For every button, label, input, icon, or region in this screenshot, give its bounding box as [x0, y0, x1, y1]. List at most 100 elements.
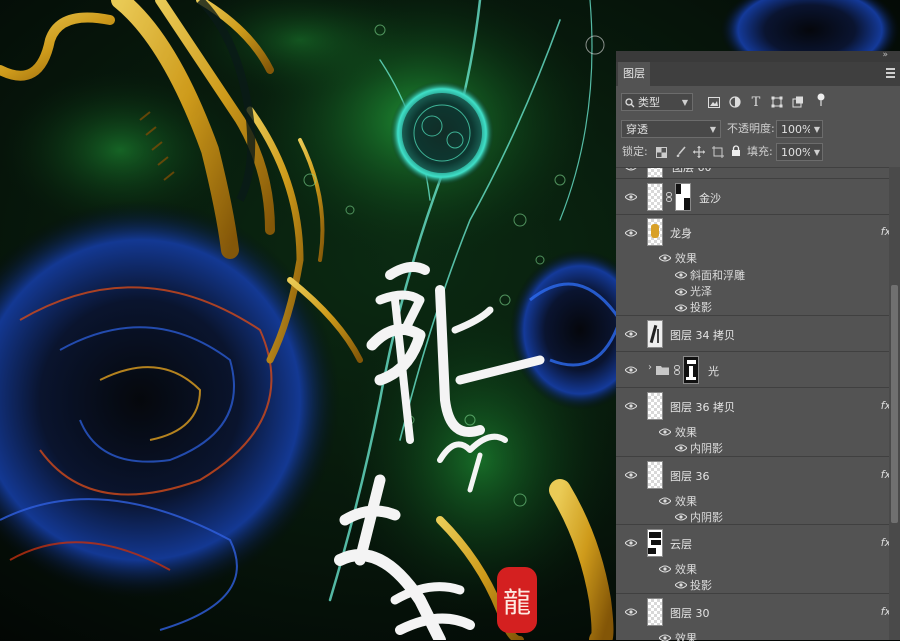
visibility-eye-icon[interactable]: [625, 167, 637, 171]
layer-mask-thumbnail[interactable]: [683, 356, 699, 384]
layer-fx-badge[interactable]: fx: [881, 468, 889, 481]
layer-mask-thumbnail[interactable]: [675, 183, 691, 211]
layer-row[interactable]: 图层 34 拷贝: [616, 316, 889, 352]
tab-layers[interactable]: 图层: [618, 62, 650, 86]
layer-thumbnail: [647, 218, 663, 246]
layer-name: 图层 36 拷贝: [670, 401, 735, 414]
effects-label: 效果: [675, 426, 697, 439]
layer-row[interactable]: 龙身 fx ⌃ 效果 斜面和浮雕 光泽 投影: [616, 215, 889, 316]
layer-row[interactable]: 图层 36 拷贝 fx ⌃ 效果 内阴影: [616, 388, 889, 457]
filter-kind-label: 类型: [638, 96, 660, 109]
layer-thumbnail: [647, 461, 663, 489]
effects-label: 效果: [675, 495, 697, 508]
effects-eye-icon[interactable]: [659, 565, 671, 573]
lock-transparency-icon[interactable]: [654, 145, 668, 159]
panel-menu-icon[interactable]: [886, 68, 895, 78]
layer-thumbnail: [647, 392, 663, 420]
layer-name: 龙身: [670, 227, 692, 240]
effect-name: 内阴影: [690, 442, 723, 455]
chevron-down-icon: ▼: [813, 148, 820, 157]
chevron-down-icon: ▼: [813, 125, 820, 134]
effect-name: 投影: [690, 301, 712, 314]
effects-label: 效果: [675, 563, 697, 576]
visibility-eye-icon[interactable]: [625, 471, 637, 479]
panel-tab-bar: 图层: [616, 62, 900, 86]
chain-link-icon[interactable]: [674, 365, 680, 375]
effect-eye-icon[interactable]: [675, 271, 687, 279]
layers-list: 图层 60 金沙 龙身 fx ⌃ 效果 斜面和浮雕: [616, 167, 889, 641]
layer-fx-badge[interactable]: fx: [881, 225, 889, 238]
collapse-panels-icon[interactable]: »: [882, 50, 888, 60]
visibility-eye-icon[interactable]: [625, 193, 637, 201]
panel-dock-strip: »: [616, 50, 900, 62]
effects-eye-icon[interactable]: [659, 254, 671, 262]
visibility-eye-icon[interactable]: [625, 402, 637, 410]
layer-row[interactable]: 金沙: [616, 179, 889, 215]
layer-thumbnail: [647, 529, 663, 557]
layer-thumbnail: [647, 598, 663, 626]
filter-pixel-icon[interactable]: [707, 95, 721, 109]
lock-pixels-brush-icon[interactable]: [673, 145, 687, 159]
layer-fx-badge[interactable]: fx: [881, 399, 889, 412]
layer-fx-badge[interactable]: fx: [881, 605, 889, 618]
visibility-eye-icon[interactable]: [625, 366, 637, 374]
layers-scrollbar[interactable]: [889, 167, 900, 640]
effect-name: 内阴影: [690, 511, 723, 524]
chevron-down-icon: ▼: [681, 98, 688, 107]
opacity-slider-button[interactable]: ▼: [810, 120, 823, 138]
fill-value: 100%: [781, 146, 813, 159]
effect-name: 投影: [690, 579, 712, 592]
visibility-eye-icon[interactable]: [625, 330, 637, 338]
effect-eye-icon[interactable]: [675, 513, 687, 521]
blend-mode-value: 穿透: [626, 123, 648, 136]
search-icon: [625, 98, 635, 108]
lock-label: 锁定:: [622, 145, 648, 158]
seal-text: 龍: [503, 586, 531, 619]
layer-name: 图层 60: [672, 167, 712, 174]
layer-name: 图层 30: [670, 607, 710, 620]
layer-row[interactable]: 图层 30 fx ⌃ 效果: [616, 594, 889, 641]
visibility-eye-icon[interactable]: [625, 608, 637, 616]
effects-eye-icon[interactable]: [659, 497, 671, 505]
effect-eye-icon[interactable]: [675, 581, 687, 589]
effects-eye-icon[interactable]: [659, 428, 671, 436]
effect-eye-icon[interactable]: [675, 304, 687, 312]
chevron-right-icon[interactable]: ›: [648, 362, 652, 373]
layer-group-row[interactable]: › 光: [616, 352, 889, 388]
blend-row: 穿透 ▼ 不透明度: 100% ▼: [616, 120, 900, 138]
layer-name: 图层 34 拷贝: [670, 329, 735, 342]
layer-fx-badge[interactable]: fx: [881, 536, 889, 549]
filter-smart-object-icon[interactable]: [791, 95, 805, 109]
layer-name: 云层: [670, 538, 692, 551]
layer-row[interactable]: 图层 36 fx ⌃ 效果 内阴影: [616, 457, 889, 525]
layer-thumbnail: [647, 183, 663, 211]
layer-thumbnail: [647, 320, 663, 348]
visibility-eye-icon[interactable]: [625, 539, 637, 547]
effects-label: 效果: [675, 252, 697, 265]
chevron-down-icon: ▼: [709, 125, 716, 134]
filter-shape-icon[interactable]: [770, 95, 784, 109]
effect-eye-icon[interactable]: [675, 444, 687, 452]
lock-position-move-icon[interactable]: [692, 145, 706, 159]
lock-artboard-icon[interactable]: [711, 145, 725, 159]
filter-type-icon[interactable]: T: [749, 95, 763, 110]
visibility-eye-icon[interactable]: [625, 229, 637, 237]
layer-name: 光: [708, 365, 719, 378]
scrollbar-thumb[interactable]: [891, 285, 898, 523]
layer-row[interactable]: 图层 60: [616, 167, 889, 179]
filter-row: 类型 ▼ T: [616, 93, 900, 111]
layer-name: 图层 36: [670, 470, 710, 483]
filter-toggle-icon[interactable]: [814, 93, 828, 107]
filter-adjustment-icon[interactable]: [728, 95, 742, 109]
filter-kind-dropdown[interactable]: 类型 ▼: [621, 93, 693, 111]
effect-name: 光泽: [690, 285, 712, 298]
layer-row[interactable]: 云层 fx ⌃ 效果 投影: [616, 525, 889, 594]
lock-all-icon[interactable]: [729, 144, 743, 158]
opacity-label: 不透明度:: [727, 122, 775, 135]
chain-link-icon[interactable]: [666, 192, 672, 202]
fill-slider-button[interactable]: ▼: [810, 143, 823, 161]
blend-mode-dropdown[interactable]: 穿透 ▼: [621, 120, 721, 138]
layers-panel: » 图层 类型 ▼ T 穿透 ▼ 不透明度: 100% ▼ 锁定: 填充: 10…: [616, 50, 900, 641]
effect-eye-icon[interactable]: [675, 288, 687, 296]
lock-row: 锁定: 填充: 100% ▼: [616, 143, 900, 161]
